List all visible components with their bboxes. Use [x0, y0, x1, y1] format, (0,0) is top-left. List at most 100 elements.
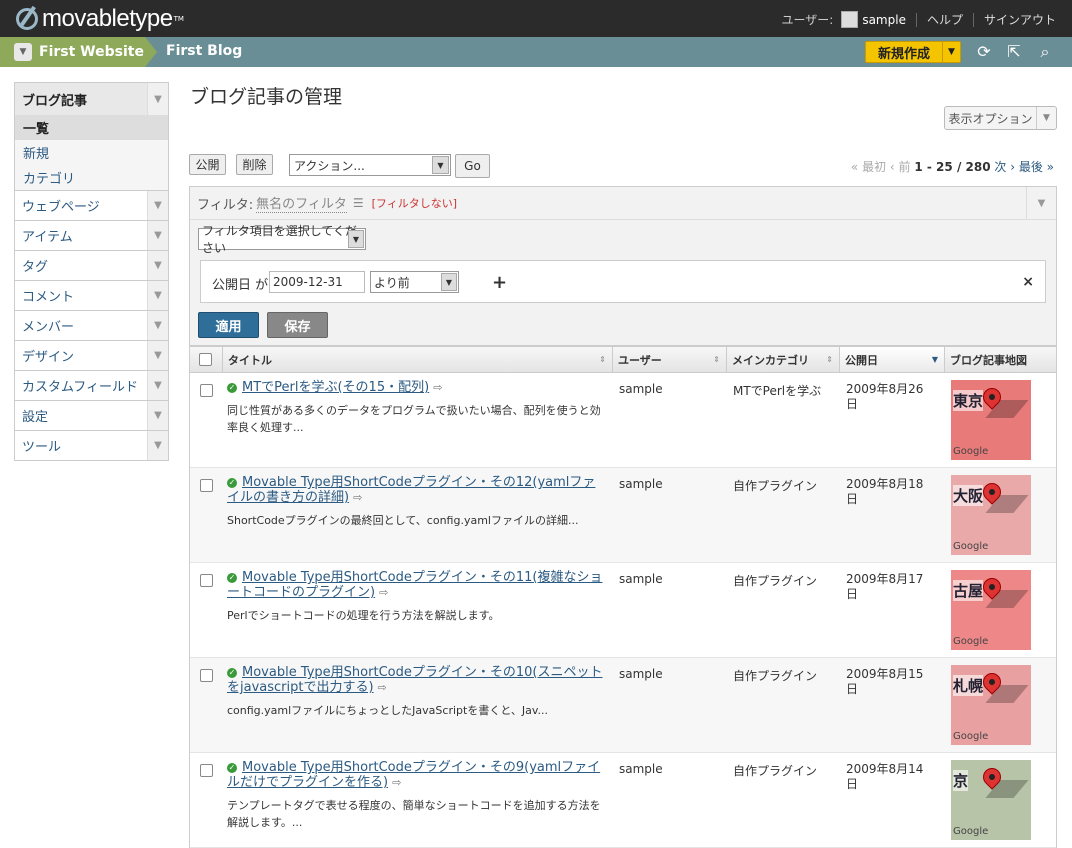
chevron-down-icon[interactable]: ▼: [147, 83, 168, 115]
sidebar-item-comments[interactable]: コメント ▼: [15, 280, 168, 310]
table-row: ✓ MTでPerlを学ぶ(その15・配列) ⇨ 同じ性質がある多くのデータをプログラム…: [190, 373, 1056, 468]
relation-select[interactable]: より前 ▼: [370, 271, 459, 293]
publish-button[interactable]: 公開: [189, 154, 226, 175]
entry-map[interactable]: 大阪 Google: [951, 475, 1031, 555]
entry-map[interactable]: 古屋 Google: [951, 570, 1031, 650]
add-condition-icon[interactable]: +: [492, 272, 507, 293]
chevron-down-icon[interactable]: ▼: [147, 221, 168, 250]
sidebar-item-entries[interactable]: ブログ記事 ▼: [15, 83, 168, 115]
entry-map[interactable]: 東京 Google: [951, 380, 1031, 460]
col-date[interactable]: 公開日 ▼: [839, 347, 944, 372]
chevron-down-icon[interactable]: ▼: [147, 401, 168, 430]
col-category[interactable]: メインカテゴリ ⇕: [726, 347, 839, 372]
row-checkbox[interactable]: [200, 574, 213, 587]
view-entry-icon[interactable]: ⇨: [353, 491, 362, 504]
map-city-label: 東京: [953, 390, 984, 411]
refresh-icon[interactable]: ⟳: [975, 43, 993, 61]
action-select[interactable]: アクション... ▼: [289, 154, 451, 176]
user-label: ユーザー:: [781, 13, 834, 27]
display-options-button[interactable]: 表示オプション ▼: [944, 106, 1057, 130]
sidebar-item-tags[interactable]: タグ ▼: [15, 250, 168, 280]
sidebar-sub-new[interactable]: 新規: [15, 140, 168, 165]
sidebar-sub-list[interactable]: 一覧: [15, 115, 168, 140]
chevron-down-icon[interactable]: ▼: [147, 371, 168, 400]
new-create-button[interactable]: 新規作成 ▼: [865, 41, 961, 63]
chevron-down-icon[interactable]: ▼: [942, 42, 960, 62]
signout-link[interactable]: サインアウト: [984, 11, 1056, 28]
col-user[interactable]: ユーザー ⇕: [612, 347, 726, 372]
delete-button[interactable]: 削除: [236, 154, 273, 175]
entry-map[interactable]: 札幌 Google: [951, 665, 1031, 745]
view-entry-icon[interactable]: ⇨: [392, 776, 401, 789]
entry-map[interactable]: 京 Google: [951, 760, 1031, 840]
entry-title-link[interactable]: Movable Type用ShortCodeプラグイン・その12(yamlファイ…: [227, 475, 595, 505]
map-google-label: Google: [953, 731, 989, 742]
filter-name[interactable]: 無名のフィルタ: [256, 193, 347, 213]
title-cell: ✓ Movable Type用ShortCodeプラグイン・その9(yamlファイ…: [227, 760, 604, 831]
entry-title-link[interactable]: Movable Type用ShortCodeプラグイン・その11(複雑なショート…: [227, 570, 602, 600]
go-button[interactable]: Go: [455, 154, 490, 178]
entry-category: 自作プラグイン: [733, 479, 818, 493]
published-status-icon: ✓: [227, 478, 237, 488]
sidebar-item-assets[interactable]: アイテム ▼: [15, 220, 168, 250]
chevron-down-icon[interactable]: ▼: [147, 281, 168, 310]
entry-title-link[interactable]: MTでPerlを学ぶ(その15・配列): [242, 380, 429, 395]
chevron-down-icon[interactable]: ▼: [147, 341, 168, 370]
entry-title-link[interactable]: Movable Type用ShortCodeプラグイン・その10(スニペットをj…: [227, 665, 602, 695]
entry-user: sample: [619, 382, 663, 396]
help-link[interactable]: ヘルプ: [927, 11, 963, 28]
chevron-down-icon[interactable]: ▼: [14, 43, 32, 61]
chevron-down-icon[interactable]: ▼: [147, 191, 168, 220]
chevron-down-icon[interactable]: ▼: [1026, 187, 1056, 219]
view-entry-icon[interactable]: ⇨: [433, 381, 442, 394]
blog-link[interactable]: First Blog: [166, 43, 242, 59]
save-button[interactable]: 保存: [267, 312, 328, 338]
movabletype-logo[interactable]: movabletype TM: [16, 5, 184, 33]
external-link-icon[interactable]: ⇱: [1005, 43, 1023, 61]
search-icon[interactable]: ⌕: [1036, 43, 1054, 61]
chevron-down-icon[interactable]: ▼: [147, 251, 168, 280]
view-entry-icon[interactable]: ⇨: [379, 586, 388, 599]
pager-last[interactable]: 最後 »: [1019, 160, 1054, 174]
entry-title-link[interactable]: Movable Type用ShortCodeプラグイン・その9(yamlファイル…: [227, 760, 600, 790]
map-city-label: 古屋: [953, 580, 984, 601]
chevron-down-icon[interactable]: ▼: [147, 431, 168, 460]
row-checkbox[interactable]: [200, 764, 213, 777]
sidebar-item-settings[interactable]: 設定 ▼: [15, 400, 168, 430]
col-title[interactable]: タイトル ⇕: [222, 347, 612, 372]
chevron-down-icon: ▼: [348, 230, 364, 248]
filter-header: フィルタ: 無名のフィルタ ☰ [フィルタしない] ▼: [190, 187, 1056, 220]
sidebar-item-webpages[interactable]: ウェブページ ▼: [15, 190, 168, 220]
page-title: ブログ記事の管理: [190, 86, 343, 108]
entry-category: 自作プラグイン: [733, 764, 818, 778]
chevron-down-icon[interactable]: ▼: [147, 311, 168, 340]
filter-item-select[interactable]: フィルタ項目を選択してください ▼: [198, 224, 366, 255]
sidebar-sub-category[interactable]: カテゴリ: [15, 165, 168, 190]
website-selector[interactable]: ▼ First Website: [0, 37, 157, 67]
entry-excerpt: 同じ性質がある多くのデータをプログラムで扱いたい場合、配列を使うと効率良く処理す…: [227, 404, 601, 434]
no-filter-link[interactable]: [フィルタしない]: [372, 195, 457, 211]
sidebar-item-members[interactable]: メンバー ▼: [15, 310, 168, 340]
view-entry-icon[interactable]: ⇨: [378, 681, 387, 694]
table-row: ✓ Movable Type用ShortCodeプラグイン・その11(複雑なショー…: [190, 563, 1056, 658]
title-cell: ✓ MTでPerlを学ぶ(その15・配列) ⇨ 同じ性質がある多くのデータをプログラム…: [227, 380, 604, 436]
sidebar-item-design[interactable]: デザイン ▼: [15, 340, 168, 370]
sort-icon: ⇕: [599, 355, 606, 364]
list-icon[interactable]: ☰: [353, 196, 364, 210]
sidebar-item-custom-fields[interactable]: カスタムフィールド ▼: [15, 370, 168, 400]
date-input[interactable]: 2009-12-31: [269, 271, 365, 293]
row-checkbox[interactable]: [200, 384, 213, 397]
apply-button[interactable]: 適用: [198, 312, 259, 338]
close-icon[interactable]: ×: [1022, 274, 1034, 290]
pager-range: 1 - 25 / 280: [914, 160, 991, 174]
select-all-checkbox[interactable]: [199, 353, 212, 366]
pager-next[interactable]: 次 ›: [994, 160, 1015, 174]
sort-desc-icon: ▼: [931, 355, 938, 364]
entry-category: 自作プラグイン: [733, 669, 818, 683]
sidebar-item-tools[interactable]: ツール ▼: [15, 430, 168, 460]
map-google-label: Google: [953, 636, 989, 647]
entry-excerpt: ShortCodeプラグインの最終回として、config.yamlファイルの詳細…: [227, 514, 579, 527]
row-checkbox[interactable]: [200, 479, 213, 492]
username-link[interactable]: sample: [862, 13, 906, 27]
row-checkbox[interactable]: [200, 669, 213, 682]
